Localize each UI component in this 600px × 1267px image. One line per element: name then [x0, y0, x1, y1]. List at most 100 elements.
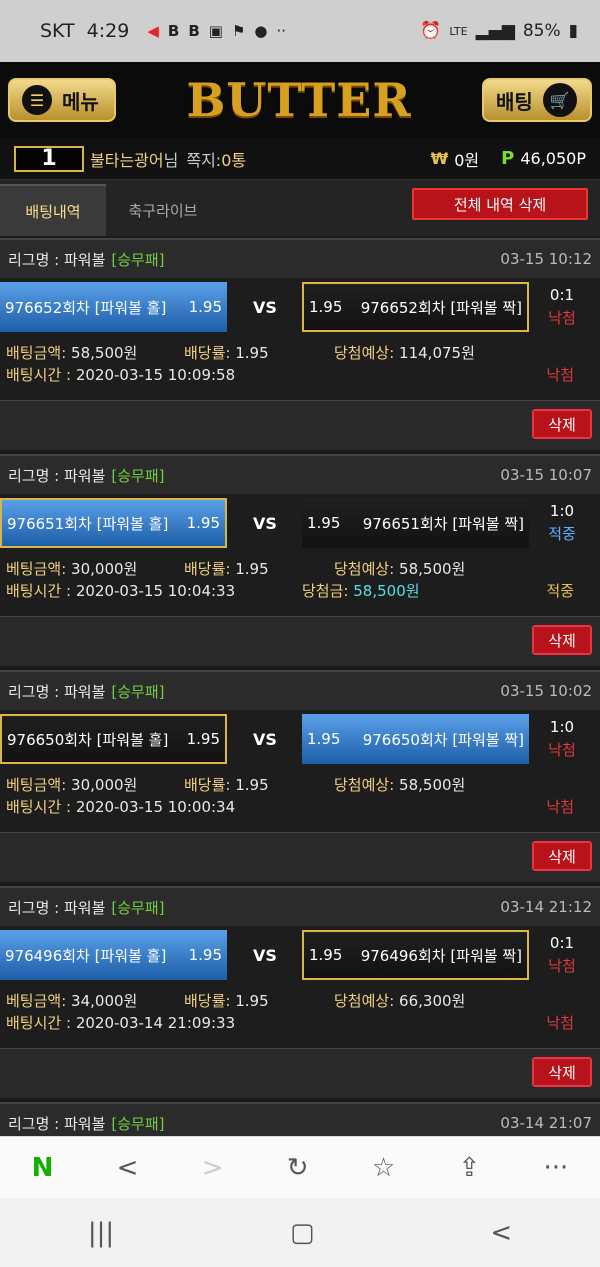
expected-win-label: 당첨예상:	[334, 776, 395, 794]
away-label: 976650회차 [파워볼 짝]	[362, 730, 524, 749]
odds-rate: 배당률: 1.95	[184, 774, 269, 795]
clock: 4:29	[86, 20, 130, 42]
share-icon[interactable]: ⇪	[458, 1153, 480, 1183]
home-option[interactable]: 976650회차 [파워볼 홀] 1.95	[0, 714, 227, 764]
expected-win: 당첨예상: 114,075원	[334, 342, 475, 363]
bet-time-value: 2020-03-15 10:04:33	[75, 582, 236, 600]
game-time: 03-15 10:12	[500, 250, 592, 268]
league-row: 리그명 : 파워볼 [승무패] 03-15 10:12	[0, 238, 600, 278]
league-row: 리그명 : 파워볼 [승무패] 03-15 10:02	[0, 670, 600, 710]
league-name: 리그명 : 파워볼	[8, 682, 106, 701]
match-row: 976650회차 [파워볼 홀] 1.95 VS 1.95 976650회차 […	[0, 710, 600, 766]
delete-button[interactable]: 삭제	[532, 625, 592, 655]
away-odds: 1.95	[309, 298, 343, 316]
tab-soccer-live[interactable]: 축구라이브	[108, 184, 218, 236]
away-option[interactable]: 1.95 976652회차 [파워볼 짝]	[302, 282, 529, 332]
messages-count: 0통	[221, 150, 247, 170]
menu-button[interactable]: ☰ 메뉴	[8, 78, 116, 122]
home-option[interactable]: 976651회차 [파워볼 홀] 1.95	[0, 498, 227, 548]
bet-time: 배팅시간 : 2020-03-15 10:04:33	[6, 580, 235, 601]
won-icon: ₩	[430, 149, 449, 168]
b-app-icon-2: B	[188, 22, 200, 40]
bookmark-star-icon[interactable]: ☆	[372, 1153, 395, 1183]
refresh-icon[interactable]: ↻	[287, 1153, 309, 1183]
bet-amount-label: 베팅금액:	[6, 776, 67, 794]
alarm-icon: ⏰	[420, 21, 442, 41]
more-icon[interactable]: ···	[543, 1153, 568, 1183]
tab-bet-history[interactable]: 배팅내역	[0, 184, 106, 236]
menu-icon: ☰	[22, 85, 52, 115]
recent-apps-icon[interactable]: |||	[88, 1218, 114, 1248]
delete-button[interactable]: 삭제	[532, 841, 592, 871]
vs-label: VS	[253, 297, 277, 317]
cart-icon: 🛒	[542, 83, 577, 117]
league-name: 리그명 : 파워볼	[8, 250, 106, 269]
delete-button[interactable]: 삭제	[532, 1057, 592, 1087]
bet-amount-label: 베팅금액:	[6, 992, 67, 1010]
bet-amount: 배팅금액: 58,500원	[6, 342, 137, 363]
away-option[interactable]: 1.95 976650회차 [파워볼 짝]	[302, 714, 529, 764]
forward-icon[interactable]: >	[202, 1153, 224, 1183]
result-box: 0:1 낙첨	[532, 930, 592, 980]
odds-rate-label: 배당률:	[184, 344, 231, 362]
delete-all-button[interactable]: 전체 내역 삭제	[412, 188, 588, 220]
expected-win-label: 당첨예상:	[334, 344, 395, 362]
bet-info: 베팅금액: 30,000원 배당률: 1.95 당첨예상: 58,500원 배팅…	[0, 550, 600, 616]
bet-amount-value: 58,500원	[71, 344, 138, 362]
match-row: 976651회차 [파워볼 홀] 1.95 VS 1.95 976651회차 […	[0, 494, 600, 550]
expected-win-value: 114,075원	[399, 344, 475, 362]
tabs-bar: 배팅내역 축구라이브 전체 내역 삭제	[0, 180, 600, 236]
result-box: 0:1 낙첨	[532, 282, 592, 332]
game-time: 03-15 10:07	[500, 466, 592, 484]
home-label: 976496회차 [파워볼 홀]	[5, 946, 167, 965]
level-badge: 1	[14, 145, 84, 172]
delete-row: 삭제	[0, 1048, 600, 1098]
bet-status: 낙첨	[546, 366, 574, 384]
logo[interactable]: BUTTER	[186, 73, 411, 127]
result-status: 낙첨	[548, 309, 576, 327]
b-app-icon: B	[167, 22, 180, 40]
naver-home-icon[interactable]: N	[32, 1153, 54, 1183]
messages-link[interactable]: 쪽지:0통	[186, 147, 246, 171]
bet-amount-value: 30,000원	[71, 776, 138, 794]
bet-type: [승무패]	[111, 1114, 165, 1133]
away-option[interactable]: 1.95 976651회차 [파워볼 짝]	[302, 498, 529, 548]
score: 1:0	[549, 718, 575, 736]
home-odds: 1.95	[188, 946, 222, 964]
bet-time-label: 배팅시간 :	[6, 1014, 72, 1032]
menu-label: 메뉴	[62, 89, 99, 114]
back-icon[interactable]: <	[117, 1153, 139, 1183]
vs-label: VS	[253, 513, 277, 533]
result-box: 1:0 적중	[532, 498, 592, 548]
bet-status: 낙첨	[546, 798, 574, 816]
game-time: 03-15 10:02	[500, 682, 592, 700]
home-option[interactable]: 976652회차 [파워볼 홀] 1.95	[0, 282, 227, 332]
result-box: 1:0 낙첨	[532, 714, 592, 764]
match-row: 976496회차 [파워볼 홀] 1.95 VS 1.95 976496회차 […	[0, 926, 600, 982]
game-time: 03-14 21:07	[500, 1114, 592, 1132]
bet-amount: 베팅금액: 30,000원	[6, 558, 137, 579]
odds-rate-label: 배당률:	[184, 776, 231, 794]
system-back-icon[interactable]: <	[490, 1218, 512, 1248]
game-time: 03-14 21:12	[500, 898, 592, 916]
home-icon[interactable]: ▢	[290, 1218, 315, 1248]
away-option[interactable]: 1.95 976496회차 [파워볼 짝]	[302, 930, 529, 980]
app-icon: ▣	[208, 22, 223, 40]
home-option[interactable]: 976496회차 [파워볼 홀] 1.95	[0, 930, 227, 980]
bet-amount-value: 34,000원	[71, 992, 138, 1010]
delete-button[interactable]: 삭제	[532, 409, 592, 439]
odds-rate-value: 1.95	[235, 776, 269, 794]
odds-rate-value: 1.95	[235, 992, 269, 1010]
battery-icon: ▮	[568, 21, 578, 41]
win-amount-label: 당첨금:	[302, 582, 349, 600]
bet-button[interactable]: 배팅 🛒	[481, 78, 592, 122]
bet-time-label: 배팅시간 :	[6, 798, 72, 816]
top-bar: ☰ 메뉴 BUTTER 배팅 🛒	[0, 62, 600, 138]
browser-toolbar: N < > ↻ ☆ ⇪ ···	[0, 1136, 600, 1198]
bet-status: 적중	[546, 582, 574, 600]
expected-win-value: 58,500원	[399, 560, 466, 578]
bet-time-value: 2020-03-15 10:00:34	[75, 798, 236, 816]
home-odds: 1.95	[188, 298, 222, 316]
league-name: 리그명 : 파워볼	[8, 1114, 106, 1133]
win-amount: 당첨금: 58,500원	[302, 580, 420, 601]
